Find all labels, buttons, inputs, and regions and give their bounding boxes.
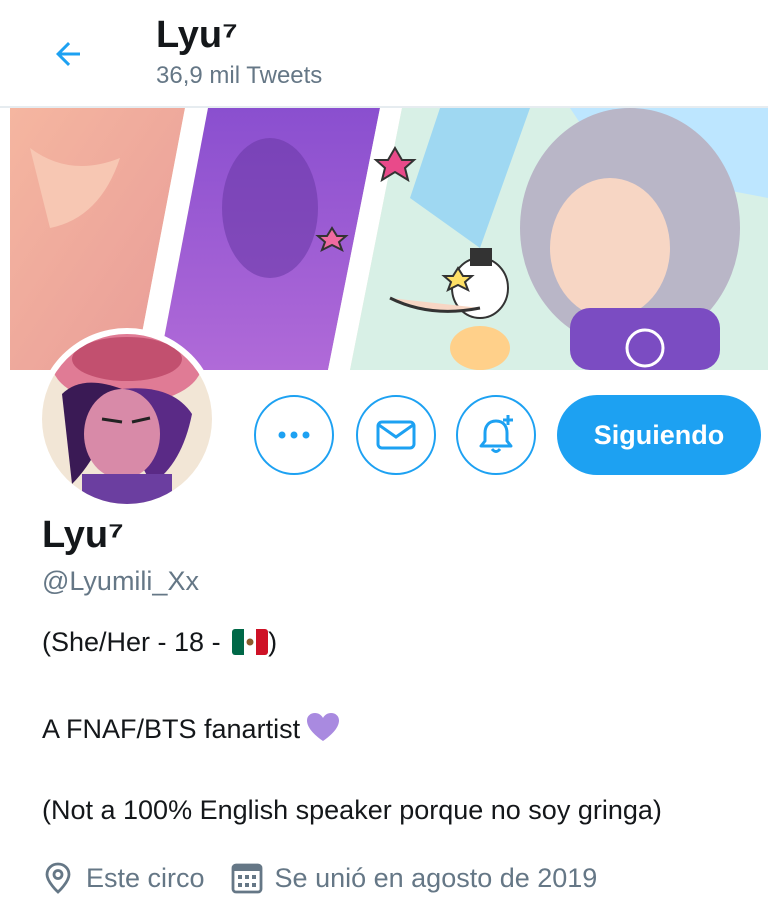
bio-line-3: (Not a 100% English speaker porque no so…: [42, 795, 662, 825]
envelope-icon: [376, 420, 416, 450]
calendar-icon: [231, 862, 263, 894]
profile-name: Lyu⁷: [42, 514, 124, 556]
mexico-flag-icon: [232, 629, 269, 655]
header-title: Lyu⁷: [156, 14, 238, 56]
avatar[interactable]: [42, 334, 212, 504]
avatar-illustration: [42, 334, 212, 504]
top-bar: Lyu⁷ 36,9 mil Tweets: [0, 0, 768, 108]
profile-meta: Este circo Se unió en agosto de 2019: [42, 858, 597, 898]
message-button[interactable]: [356, 395, 436, 475]
location-pin-icon: [42, 862, 74, 894]
more-options-button[interactable]: [254, 395, 334, 475]
bio-line-1-end: ): [268, 627, 278, 657]
avatar-frame: [36, 328, 218, 510]
notifications-button[interactable]: [456, 395, 536, 475]
profile-handle: @Lyumili_Xx: [42, 566, 199, 596]
joined-text: Se unió en agosto de 2019: [274, 862, 598, 893]
bio-line-2-text: A FNAF/BTS fanartist: [42, 714, 301, 744]
location-text: Este circo: [86, 862, 205, 893]
bio-line-2: A FNAF/BTS fanartist: [42, 712, 340, 749]
bio-line-1: (She/Her - 18 - ): [42, 627, 277, 658]
more-dots-icon: [278, 431, 310, 439]
bio-line-1-text: (She/Her - 18 -: [42, 627, 229, 657]
following-button[interactable]: Siguiendo: [557, 395, 761, 475]
back-button[interactable]: [44, 30, 92, 78]
purple-heart-icon: [306, 712, 340, 749]
arrow-left-icon: [56, 42, 80, 66]
bell-plus-icon: [479, 415, 513, 453]
header-tweet-count: 36,9 mil Tweets: [156, 62, 323, 89]
